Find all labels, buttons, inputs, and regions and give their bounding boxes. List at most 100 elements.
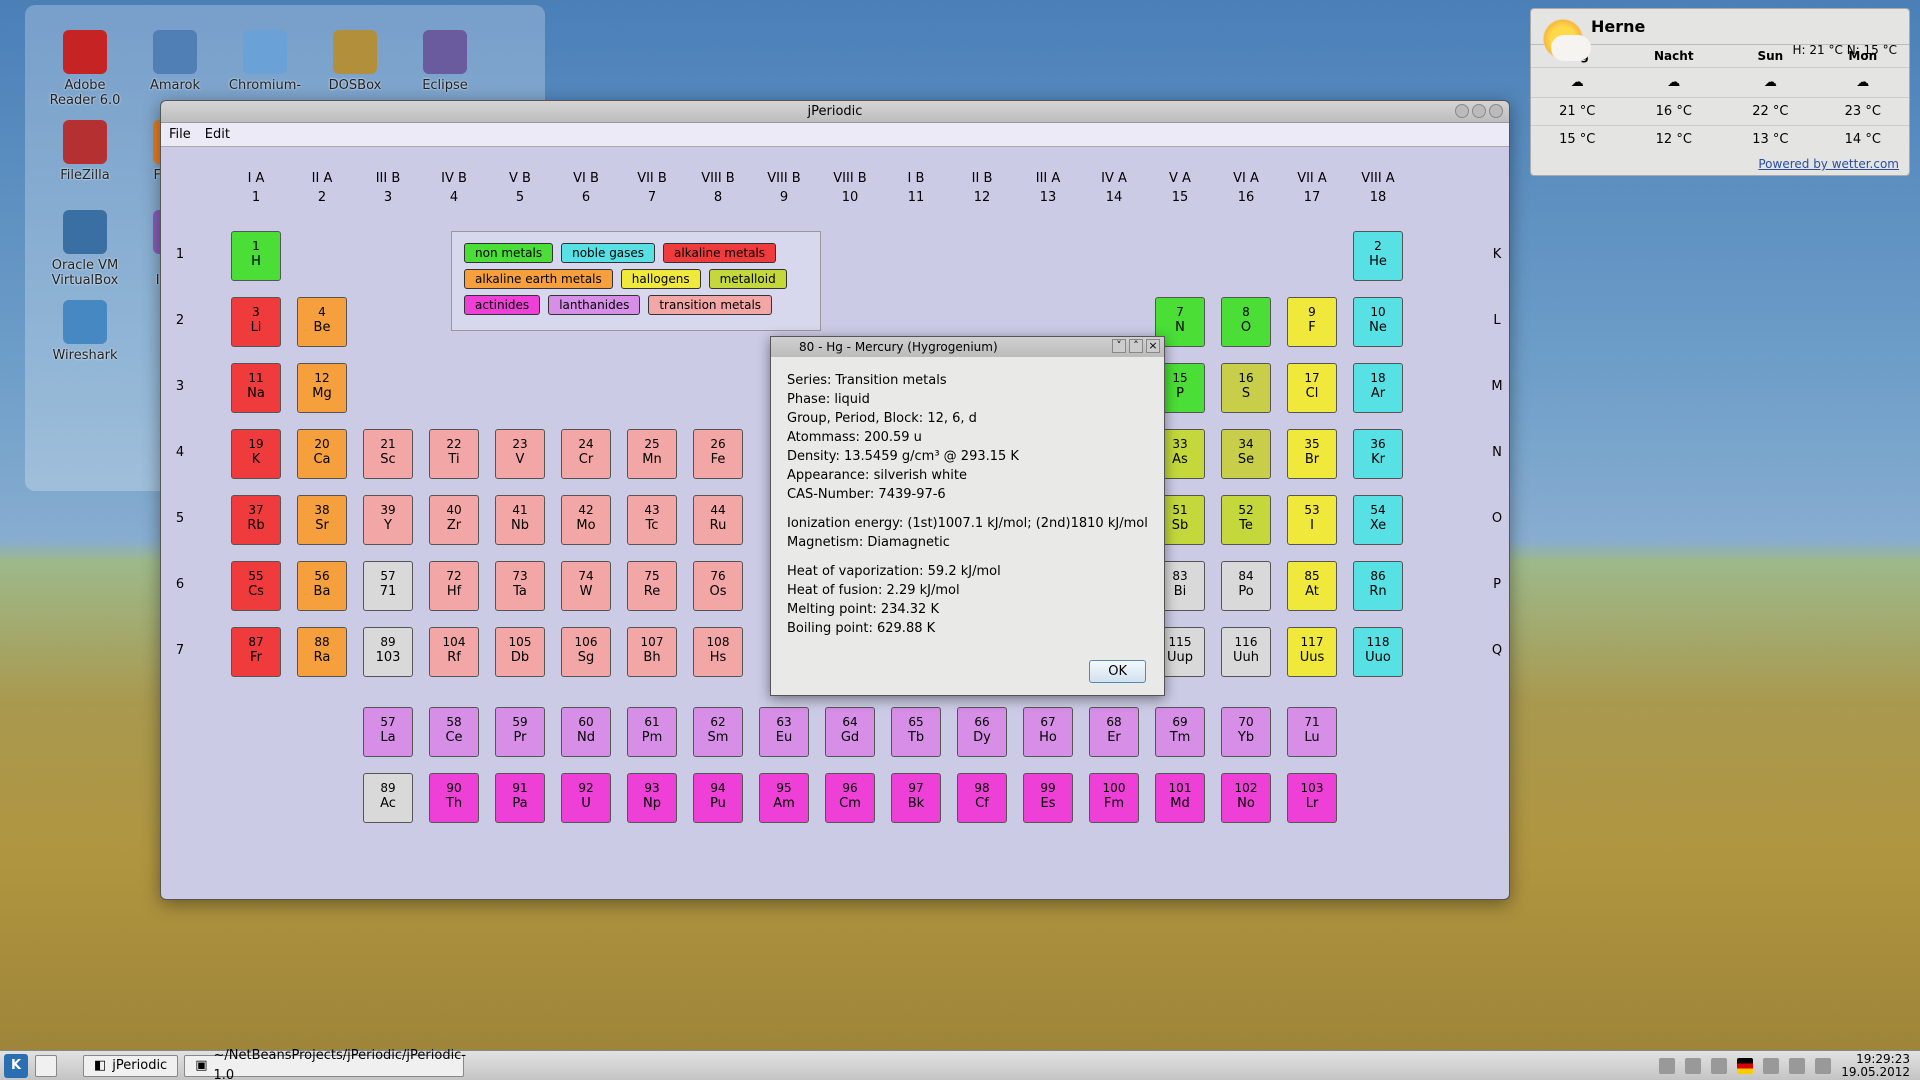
element-71[interactable]: 5771	[363, 561, 413, 611]
close-icon[interactable]	[1489, 104, 1503, 118]
element-Os[interactable]: 76Os	[693, 561, 743, 611]
element-Sm[interactable]: 62Sm	[693, 707, 743, 757]
minimize-icon[interactable]	[1455, 104, 1469, 118]
element-No[interactable]: 102No	[1221, 773, 1271, 823]
menu-file[interactable]: File	[169, 127, 191, 142]
element-Bk[interactable]: 97Bk	[891, 773, 941, 823]
element-Am[interactable]: 95Am	[759, 773, 809, 823]
element-Hf[interactable]: 72Hf	[429, 561, 479, 611]
element-Yb[interactable]: 70Yb	[1221, 707, 1271, 757]
element-V[interactable]: 23V	[495, 429, 545, 479]
element-Hs[interactable]: 108Hs	[693, 627, 743, 677]
element-Pa[interactable]: 91Pa	[495, 773, 545, 823]
element-Np[interactable]: 93Np	[627, 773, 677, 823]
element-W[interactable]: 74W	[561, 561, 611, 611]
element-Pr[interactable]: 59Pr	[495, 707, 545, 757]
element-Ba[interactable]: 56Ba	[297, 561, 347, 611]
element-Ta[interactable]: 73Ta	[495, 561, 545, 611]
element-K[interactable]: 19K	[231, 429, 281, 479]
element-Rn[interactable]: 86Rn	[1353, 561, 1403, 611]
element-Se[interactable]: 34Se	[1221, 429, 1271, 479]
taskbar-item-jperiodic[interactable]: ◧ jPeriodic	[83, 1055, 178, 1077]
element-Ac[interactable]: 89Ac	[363, 773, 413, 823]
element-S[interactable]: 16S	[1221, 363, 1271, 413]
legend-hallogens[interactable]: hallogens	[621, 269, 701, 289]
ok-button[interactable]: OK	[1089, 660, 1146, 683]
kde-start-button[interactable]: K	[4, 1054, 28, 1078]
desktop-icon-dosbox[interactable]: DOSBox	[310, 30, 400, 93]
element-Cl[interactable]: 17Cl	[1287, 363, 1337, 413]
element-Db[interactable]: 105Db	[495, 627, 545, 677]
element-Sc[interactable]: 21Sc	[363, 429, 413, 479]
element-Kr[interactable]: 36Kr	[1353, 429, 1403, 479]
legend-metalloid[interactable]: metalloid	[709, 269, 787, 289]
element-He[interactable]: 2He	[1353, 231, 1403, 281]
element-Er[interactable]: 68Er	[1089, 707, 1139, 757]
element-F[interactable]: 9F	[1287, 297, 1337, 347]
menu-edit[interactable]: Edit	[205, 127, 230, 142]
tray-device-icon[interactable]	[1815, 1058, 1831, 1074]
element-La[interactable]: 57La	[363, 707, 413, 757]
element-Li[interactable]: 3Li	[231, 297, 281, 347]
legend-alkaline-earth-metals[interactable]: alkaline earth metals	[464, 269, 613, 289]
maximize-icon[interactable]	[1472, 104, 1486, 118]
element-Fm[interactable]: 100Fm	[1089, 773, 1139, 823]
element-Ra[interactable]: 88Ra	[297, 627, 347, 677]
element-Mg[interactable]: 12Mg	[297, 363, 347, 413]
element-Mn[interactable]: 25Mn	[627, 429, 677, 479]
window-titlebar[interactable]: jPeriodic	[161, 101, 1509, 123]
tray-mail-icon[interactable]	[1685, 1058, 1701, 1074]
element-Es[interactable]: 99Es	[1023, 773, 1073, 823]
element-Uuh[interactable]: 116Uuh	[1221, 627, 1271, 677]
element-Fr[interactable]: 87Fr	[231, 627, 281, 677]
desktop-pager[interactable]	[35, 1055, 57, 1077]
legend-noble-gases[interactable]: noble gases	[561, 243, 655, 263]
element-Cs[interactable]: 55Cs	[231, 561, 281, 611]
element-Sr[interactable]: 38Sr	[297, 495, 347, 545]
element-Ne[interactable]: 10Ne	[1353, 297, 1403, 347]
element-At[interactable]: 85At	[1287, 561, 1337, 611]
element-Ar[interactable]: 18Ar	[1353, 363, 1403, 413]
element-Cf[interactable]: 98Cf	[957, 773, 1007, 823]
desktop-icon-amarok[interactable]: Amarok	[130, 30, 220, 93]
legend-actinides[interactable]: actinides	[464, 295, 540, 315]
element-Eu[interactable]: 63Eu	[759, 707, 809, 757]
element-Nd[interactable]: 60Nd	[561, 707, 611, 757]
element-Cm[interactable]: 96Cm	[825, 773, 875, 823]
taskbar-item-terminal[interactable]: ▣ ~/NetBeansProjects/jPeriodic/jPeriodic…	[184, 1055, 464, 1077]
element-Ti[interactable]: 22Ti	[429, 429, 479, 479]
element-Tc[interactable]: 43Tc	[627, 495, 677, 545]
element-Na[interactable]: 11Na	[231, 363, 281, 413]
element-O[interactable]: 8O	[1221, 297, 1271, 347]
element-Pm[interactable]: 61Pm	[627, 707, 677, 757]
legend-transition-metals[interactable]: transition metals	[648, 295, 772, 315]
taskbar-clock[interactable]: 19:29:23 19.05.2012	[1841, 1053, 1910, 1079]
dialog-close-icon[interactable]: ×	[1146, 339, 1160, 353]
tray-volume-icon[interactable]	[1763, 1058, 1779, 1074]
desktop-icon-wireshark[interactable]: Wireshark	[40, 300, 130, 363]
dialog-titlebar[interactable]: 80 - Hg - Mercury (Hygrogenium) ˅ ˄ ×	[771, 337, 1164, 357]
element-Uus[interactable]: 117Uus	[1287, 627, 1337, 677]
element-Xe[interactable]: 54Xe	[1353, 495, 1403, 545]
element-Pu[interactable]: 94Pu	[693, 773, 743, 823]
element-Rb[interactable]: 37Rb	[231, 495, 281, 545]
tray-network-icon[interactable]	[1789, 1058, 1805, 1074]
tray-scissors-icon[interactable]	[1711, 1058, 1727, 1074]
element-Ca[interactable]: 20Ca	[297, 429, 347, 479]
tray-clipboard-icon[interactable]	[1659, 1058, 1675, 1074]
element-Te[interactable]: 52Te	[1221, 495, 1271, 545]
element-Bh[interactable]: 107Bh	[627, 627, 677, 677]
element-Ru[interactable]: 44Ru	[693, 495, 743, 545]
element-Tb[interactable]: 65Tb	[891, 707, 941, 757]
element-Ho[interactable]: 67Ho	[1023, 707, 1073, 757]
element-Gd[interactable]: 64Gd	[825, 707, 875, 757]
legend-alkaline-metals[interactable]: alkaline metals	[663, 243, 776, 263]
element-Fe[interactable]: 26Fe	[693, 429, 743, 479]
desktop-icon-adobe[interactable]: AdobeReader 6.0	[40, 30, 130, 108]
dialog-min-icon[interactable]: ˅	[1112, 339, 1126, 353]
element-Po[interactable]: 84Po	[1221, 561, 1271, 611]
element-Y[interactable]: 39Y	[363, 495, 413, 545]
element-Nb[interactable]: 41Nb	[495, 495, 545, 545]
desktop-icon-filezilla[interactable]: FileZilla	[40, 120, 130, 183]
element-Br[interactable]: 35Br	[1287, 429, 1337, 479]
